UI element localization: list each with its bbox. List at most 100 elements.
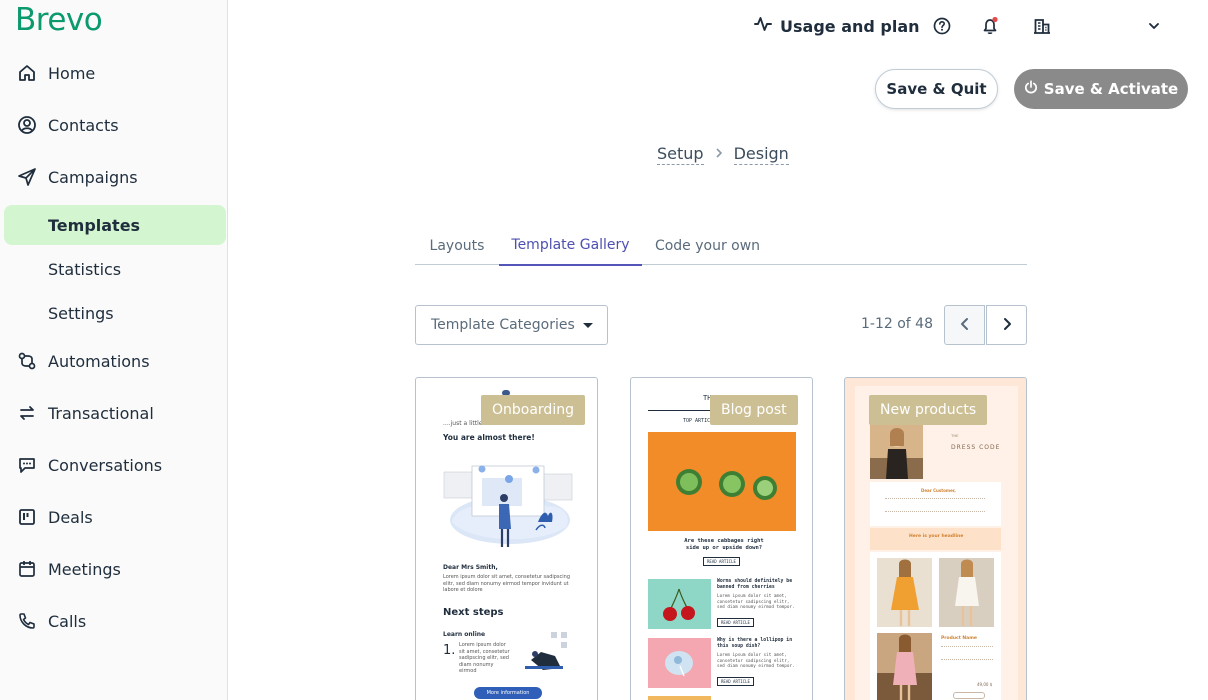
save-and-activate-button[interactable]: Save & Activate [1014, 69, 1188, 109]
home-icon [16, 62, 38, 84]
preview-read-button: READ ARTICLE [717, 677, 754, 687]
preview-item1-title: Worms should definitely be banned from c… [717, 579, 793, 591]
usage-and-plan-button[interactable]: Usage and plan [754, 14, 920, 38]
activity-icon [754, 15, 772, 37]
chevron-left-icon [959, 316, 971, 335]
preview-image-strip [648, 696, 711, 700]
preview-body: Lorem ipsum dolor sit amet, consetetur s… [443, 574, 571, 593]
tab-code-your-own[interactable]: Code your own [642, 226, 773, 265]
template-source-tabs: Layouts Template Gallery Code your own [415, 226, 1027, 266]
sidebar-item-templates[interactable]: Templates [4, 205, 226, 245]
preview-read-button: READ ARTICLE [717, 618, 754, 628]
sidebar-item-label: Deals [48, 507, 93, 527]
preview-item1-text: Lorem ipsum dolor sit amet, consetetur s… [717, 594, 795, 611]
preview-step-text: Lorem ipsum dolor sit amet, consetetur s… [459, 642, 510, 674]
sidebar-item-automations[interactable]: Automations [0, 341, 228, 381]
template-card-new-products[interactable]: THE DRESS CODE Dear Customer, Here is yo… [844, 377, 1027, 700]
dropdown-label: Template Categories [431, 317, 575, 333]
preview-step-illustration [521, 630, 573, 672]
save-and-quit-button[interactable]: Save & Quit [875, 69, 998, 109]
preview-cherries-image [648, 579, 711, 629]
category-badge: Onboarding [481, 395, 585, 425]
pagination-range: 1-12 of 48 [861, 316, 933, 332]
sidebar-item-label: Settings [48, 303, 114, 323]
sidebar-item-label: Transactional [48, 403, 154, 423]
preview-product-photo [877, 558, 932, 627]
preview-dress-code: DRESS CODE [951, 444, 1001, 451]
sidebar-item-label: Automations [48, 351, 150, 371]
preview-hero-photo [870, 420, 923, 479]
preview-heading: You are almost there! [443, 433, 535, 442]
preview-buy-button [953, 692, 985, 699]
sidebar-item-label: Conversations [48, 455, 163, 475]
preview-cta-button: More information [474, 687, 542, 699]
category-badge: New products [869, 395, 988, 425]
save-and-activate-label: Save & Activate [1043, 80, 1179, 98]
chevron-right-icon [1001, 316, 1013, 335]
sidebar-item-label: Statistics [48, 259, 122, 279]
paper-plane-icon [16, 166, 38, 188]
brevo-logo[interactable]: Brevo [15, 2, 103, 38]
chevron-right-icon [714, 147, 724, 163]
breadcrumb: Setup Design [657, 144, 789, 165]
chat-icon [16, 454, 38, 476]
usage-label: Usage and plan [780, 16, 920, 36]
phone-icon [16, 610, 38, 632]
contacts-icon [16, 114, 38, 136]
sidebar-item-deals[interactable]: Deals [0, 497, 228, 537]
template-card-blog-post[interactable]: TH TOP ARTICLE Are these cabbages right … [630, 377, 813, 700]
sidebar-item-campaigns[interactable]: Campaigns [0, 157, 228, 197]
tab-layouts[interactable]: Layouts [415, 226, 499, 265]
sidebar-item-contacts[interactable]: Contacts [0, 105, 228, 145]
automation-icon [16, 350, 38, 372]
preview-product-name: Product Name [941, 636, 977, 641]
preview-item2-title: Why is there a lollipop in this soup dis… [717, 638, 793, 650]
next-page-button[interactable] [986, 305, 1027, 345]
preview-product-photo [939, 558, 994, 627]
sidebar-item-statistics[interactable]: Statistics [4, 249, 226, 289]
tab-template-gallery[interactable]: Template Gallery [499, 226, 642, 266]
board-icon [16, 506, 38, 528]
sidebar-item-home[interactable]: Home [0, 53, 228, 93]
category-badge: Blog post [710, 395, 798, 425]
sidebar-item-label: Calls [48, 611, 87, 631]
sidebar-item-label: Home [48, 63, 96, 83]
caret-down-icon [583, 323, 593, 328]
calendar-icon [16, 558, 38, 580]
breadcrumb-setup[interactable]: Setup [657, 144, 704, 165]
preview-headline: Are these cabbages right side up or upsi… [684, 538, 764, 552]
template-categories-dropdown[interactable]: Template Categories [415, 305, 608, 345]
preview-product-lines [941, 646, 993, 660]
sidebar-item-calls[interactable]: Calls [0, 601, 228, 641]
preview-item2-text: Lorem ipsum dolor sit amet, consetetur s… [717, 653, 795, 670]
sidebar-item-label: Campaigns [48, 167, 138, 187]
chevron-down-icon[interactable] [1142, 14, 1166, 38]
preview-price: 49,00 $ [977, 682, 993, 687]
preview-greeting: Dear Mrs Smith, [443, 564, 498, 571]
sidebar-item-conversations[interactable]: Conversations [0, 445, 228, 485]
preview-lollipop-image [648, 638, 711, 688]
preview-hero-image [648, 432, 796, 531]
preview-dress-code-kicker: THE [951, 433, 959, 438]
preview-cta-label: More information [486, 690, 530, 696]
sidebar-item-label: Meetings [48, 559, 121, 579]
preview-step-label: Learn online [443, 631, 486, 638]
sidebar-item-label: Contacts [48, 115, 119, 135]
previous-page-button[interactable] [944, 305, 985, 345]
sidebar-item-meetings[interactable]: Meetings [0, 549, 228, 589]
sidebar-item-label: Templates [48, 215, 141, 235]
preview-steps-title: Next steps [443, 607, 504, 618]
preview-greeting: Dear Customer, [921, 488, 956, 493]
breadcrumb-design[interactable]: Design [733, 144, 789, 165]
sidebar-item-transactional[interactable]: Transactional [0, 393, 228, 433]
company-building-icon[interactable] [1030, 14, 1054, 38]
preview-headline: Here is your headline [909, 534, 964, 539]
notification-bell-icon[interactable] [978, 14, 1002, 38]
help-icon[interactable] [930, 14, 954, 38]
preview-step-number: 1. [443, 643, 456, 658]
sidebar-item-settings[interactable]: Settings [4, 293, 226, 333]
template-card-onboarding[interactable]: ....just a little bit more You are almos… [415, 377, 598, 700]
preview-text-lines [885, 498, 985, 512]
preview-product-photo [877, 633, 932, 700]
preview-read-button: READ ARTICLE [703, 557, 740, 567]
